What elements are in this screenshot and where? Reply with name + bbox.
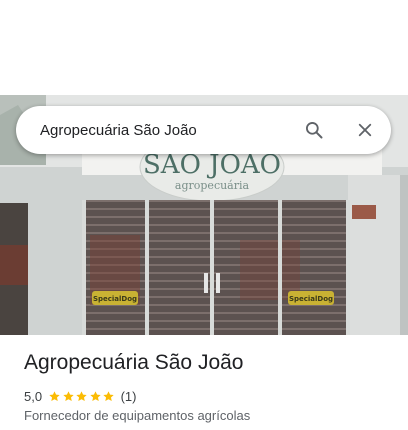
door-sticker-right: SpecialDog — [289, 295, 333, 303]
star-icon — [62, 390, 74, 401]
rating-row[interactable]: 5,0 (1) — [24, 386, 136, 406]
search-icon — [306, 122, 323, 139]
door-sticker-left: SpecialDog — [93, 295, 137, 303]
sign-subtitle: agropecuária — [175, 179, 250, 192]
review-count[interactable]: (1) — [121, 389, 137, 404]
maps-place-panel: SÃO JOÃO agropecuária SpecialDog Special… — [0, 0, 408, 430]
search-button[interactable] — [302, 118, 326, 142]
close-icon — [358, 123, 372, 137]
rating-stars — [48, 390, 116, 403]
search-input[interactable] — [40, 106, 290, 154]
place-title: Agropecuária São João — [24, 351, 244, 374]
star-icon — [76, 390, 87, 401]
place-category[interactable]: Fornecedor de equipamentos agrícolas — [24, 408, 250, 423]
search-bar[interactable] — [16, 106, 391, 154]
star-icon — [89, 390, 101, 401]
close-button[interactable] — [353, 118, 377, 142]
star-icon — [49, 390, 60, 401]
rating-value: 5,0 — [24, 388, 43, 404]
star-icon — [103, 390, 114, 401]
